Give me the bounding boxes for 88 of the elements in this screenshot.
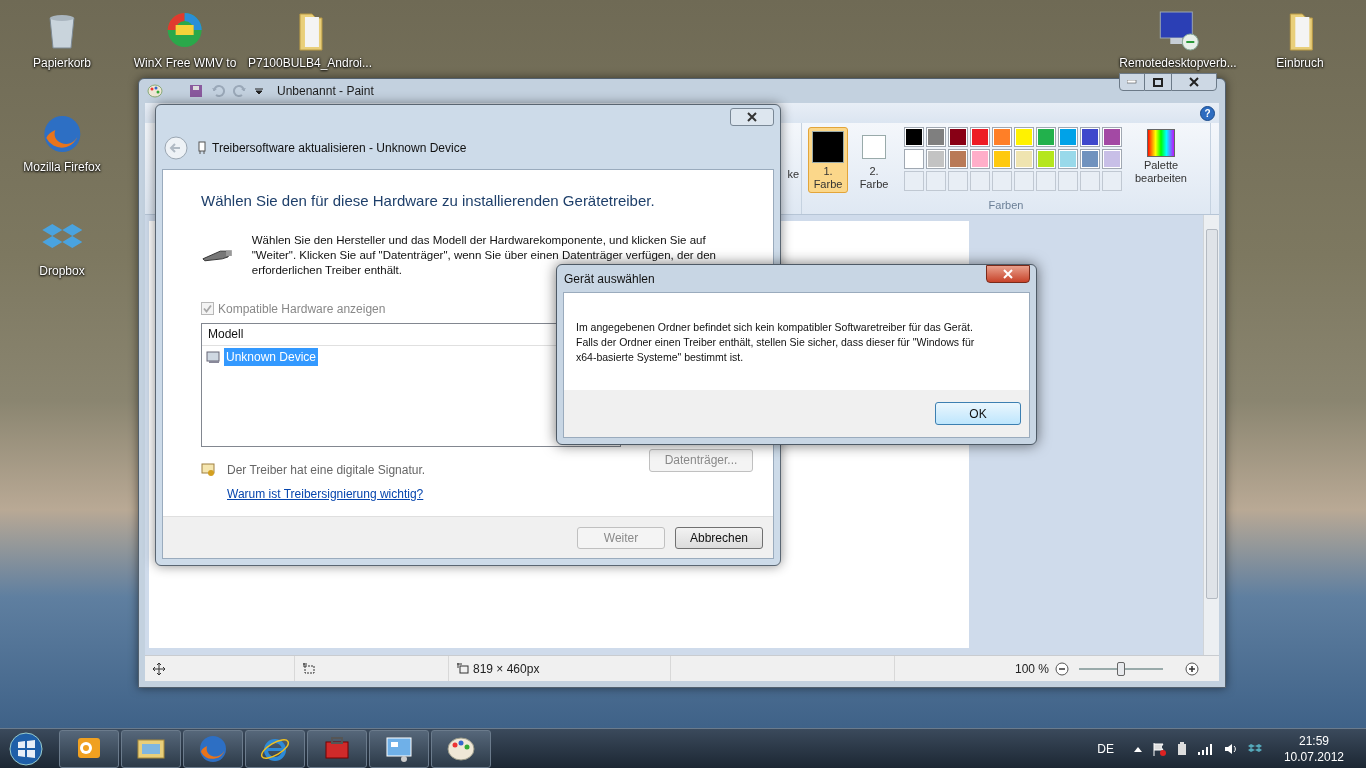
zoom-out-icon[interactable] — [1055, 661, 1069, 676]
scrollbar[interactable] — [1203, 215, 1219, 655]
scroll-thumb[interactable] — [1205, 229, 1218, 599]
box-icon[interactable] — [1247, 742, 1262, 755]
maximize-button[interactable] — [1145, 73, 1171, 91]
empty-swatch[interactable] — [1014, 171, 1034, 191]
minimize-icon — [1127, 80, 1137, 84]
palette-swatch[interactable] — [1102, 149, 1122, 169]
palette-swatch[interactable] — [1058, 149, 1078, 169]
palette-swatch[interactable] — [1080, 149, 1100, 169]
palette-swatch[interactable] — [904, 127, 924, 147]
palette-swatch[interactable] — [948, 127, 968, 147]
save-icon[interactable] — [189, 84, 203, 98]
color-selector[interactable]: 2. Farbe — [854, 127, 894, 193]
palette-swatch[interactable] — [970, 149, 990, 169]
zoom-in-icon[interactable] — [1185, 661, 1199, 676]
start-button-icon[interactable] — [9, 731, 43, 766]
speaker-icon[interactable] — [1223, 742, 1238, 755]
close-icon — [1003, 269, 1013, 279]
selection-size-icon — [303, 662, 315, 675]
empty-swatch[interactable] — [970, 171, 990, 191]
window-title: Unbenannt - Paint — [277, 83, 374, 100]
ribbon-label: ke — [787, 168, 799, 181]
empty-swatch[interactable] — [948, 171, 968, 191]
window-title: Treibersoftware aktualisieren - Unknown Device — [212, 140, 467, 157]
help-link[interactable]: Warum ist Treibersignierung wichtig? — [227, 484, 426, 503]
desktop-icon-label[interactable]: Mozilla Firefox — [23, 160, 101, 174]
clock[interactable]: 21:59 10.07.2012 — [1283, 732, 1344, 765]
zoom-level: 100 % — [1014, 660, 1049, 678]
device-icon — [206, 349, 222, 364]
empty-swatch[interactable] — [904, 171, 924, 191]
ok-button[interactable]: OK — [935, 402, 1021, 425]
image-size-icon — [457, 662, 469, 675]
palette-swatch[interactable] — [1102, 127, 1122, 147]
palette-swatch[interactable] — [992, 149, 1012, 169]
palette-swatch[interactable] — [1014, 149, 1034, 169]
flag-icon[interactable] — [1151, 741, 1166, 756]
palette-swatch[interactable] — [970, 127, 990, 147]
edit-palette-button[interactable]: Palette bearbeiten — [1132, 127, 1190, 185]
image-size-text: 819 × 460px — [473, 660, 540, 678]
maximize-icon — [1153, 77, 1163, 87]
color-selector[interactable]: 1. Farbe — [808, 127, 848, 193]
empty-swatch[interactable] — [1080, 171, 1100, 191]
desktop-icon-label[interactable]: Dropbox — [39, 264, 85, 278]
palette-swatch[interactable] — [992, 127, 1012, 147]
desktop-icon-label[interactable]: WinX Free WMV to — [133, 56, 237, 70]
empty-swatch[interactable] — [1036, 171, 1056, 191]
show-hidden-icon[interactable] — [1133, 745, 1142, 752]
signature-text: Der Treiber hat eine digitale Signatur. — [227, 461, 426, 479]
certificate-icon — [201, 461, 217, 478]
dropdown-icon[interactable] — [255, 87, 263, 95]
desktop-icon-label[interactable]: Remotedesktopverb... — [1119, 56, 1237, 70]
wizard-button[interactable]: Abbrechen — [675, 526, 763, 549]
palette-swatch[interactable] — [1080, 127, 1100, 147]
back-button-icon[interactable] — [164, 136, 188, 160]
palette-swatch[interactable] — [1014, 127, 1034, 147]
help-button[interactable]: ? — [1200, 105, 1215, 121]
signal-icon[interactable] — [1197, 742, 1214, 755]
device-icon — [198, 141, 206, 155]
palette-swatch[interactable] — [1058, 127, 1078, 147]
empty-swatch[interactable] — [1058, 171, 1078, 191]
desktop-icon-label[interactable]: Papierkorb — [33, 56, 91, 70]
dialog-title: Gerät auswählen — [564, 270, 655, 288]
close-icon — [747, 112, 757, 122]
list-item[interactable]: Unknown Device — [224, 347, 319, 366]
close-button[interactable] — [730, 108, 774, 126]
rainbow-icon — [1147, 129, 1175, 157]
zoom-slider[interactable] — [1079, 661, 1163, 676]
close-button[interactable] — [986, 265, 1030, 283]
palette-swatch[interactable] — [926, 149, 946, 169]
move-icon — [153, 662, 165, 675]
empty-swatch[interactable] — [992, 171, 1012, 191]
group-label: Farben — [987, 197, 1025, 213]
slider-thumb[interactable] — [1117, 661, 1125, 676]
palette-swatch[interactable] — [1036, 127, 1056, 147]
empty-swatch[interactable] — [1102, 171, 1122, 191]
desktop-icon-label[interactable]: P7100BULB4_Androi... — [247, 56, 373, 70]
wizard-heading: Wählen Sie den für diese Hardware zu installierenden Gerätetreiber. — [201, 191, 656, 211]
language-indicator[interactable]: DE — [1097, 739, 1114, 758]
palette-swatch[interactable] — [926, 127, 946, 147]
close-button[interactable] — [1171, 73, 1217, 91]
palette-swatch[interactable] — [948, 149, 968, 169]
empty-swatch[interactable] — [926, 171, 946, 191]
palette-swatch[interactable] — [1036, 149, 1056, 169]
battery-icon[interactable] — [1175, 741, 1188, 756]
desktop-icon-label[interactable]: Einbruch — [1276, 56, 1324, 70]
palette-swatch[interactable] — [904, 149, 924, 169]
close-icon — [1189, 77, 1199, 87]
